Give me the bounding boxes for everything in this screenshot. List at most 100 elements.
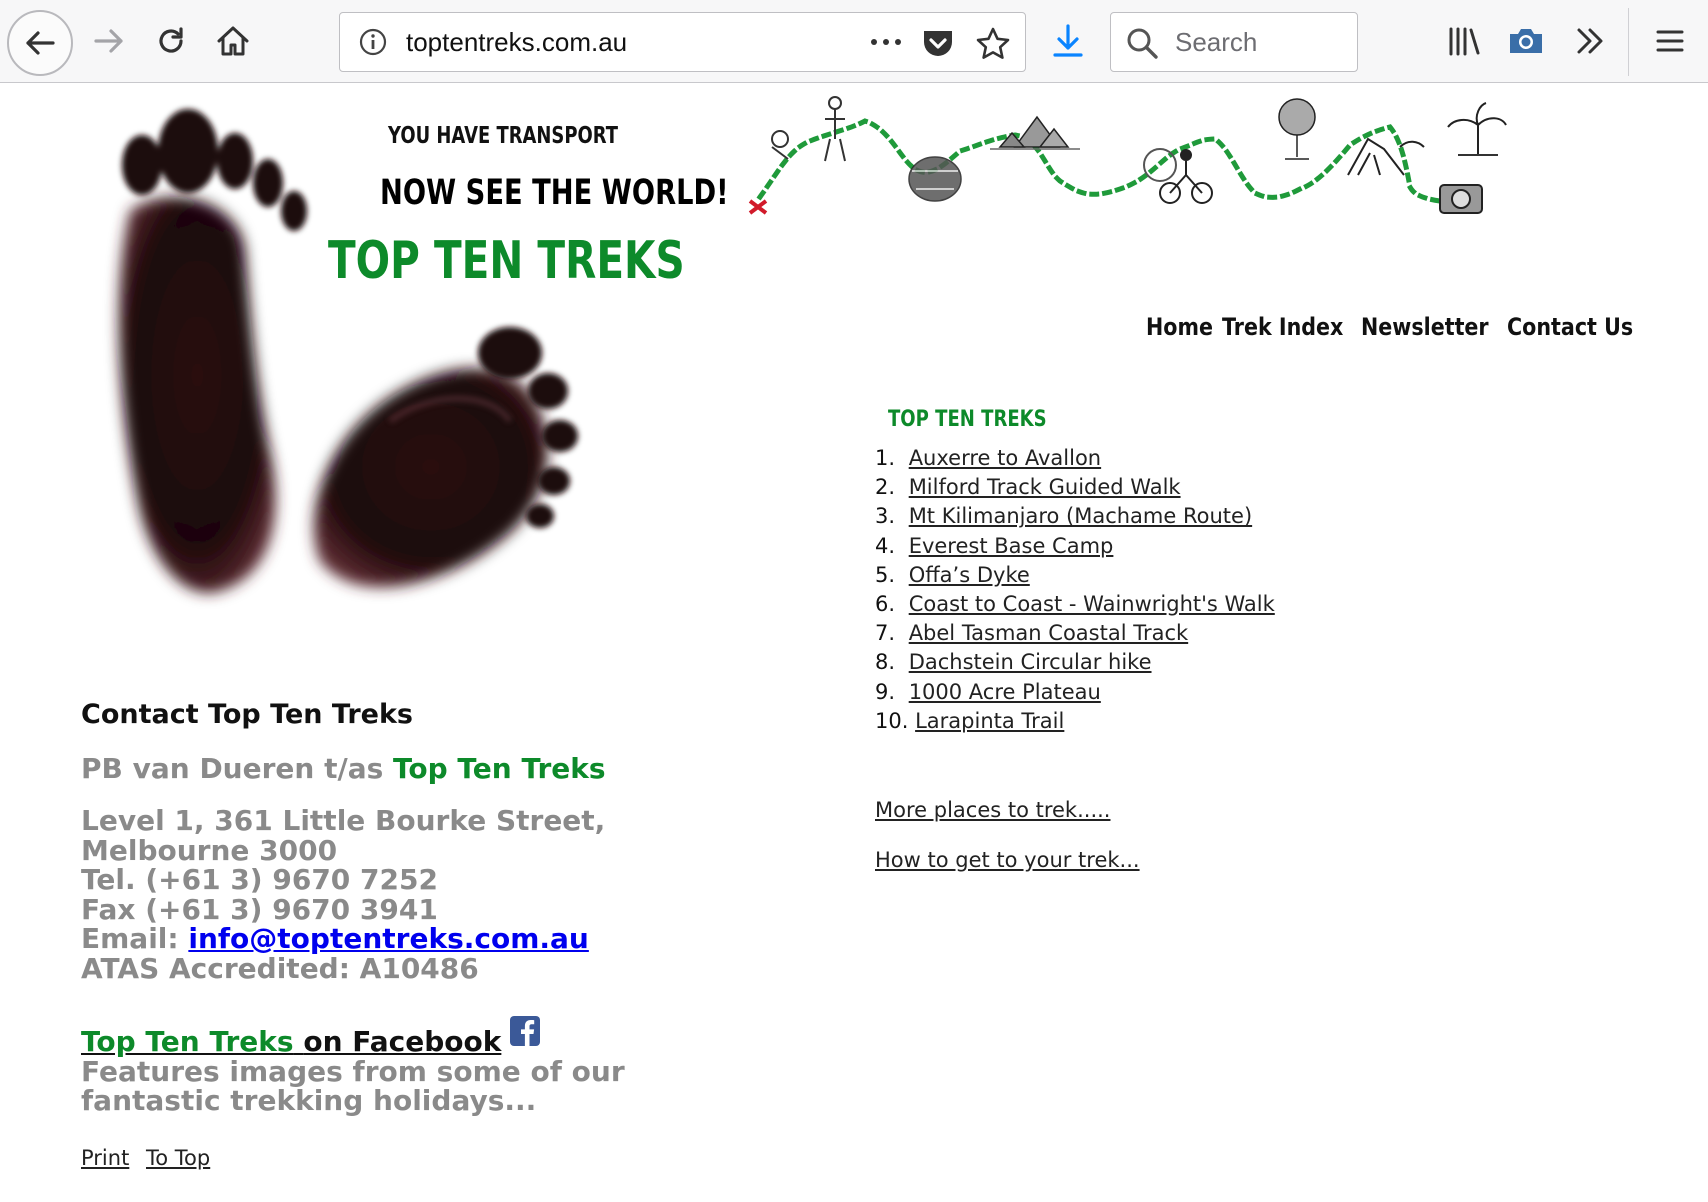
atas-accreditation: ATAS Accredited: A10486 (81, 951, 479, 985)
list-item: 10. Larapinta Trail (875, 707, 1275, 736)
banner-tagline-1: YOU HAVE TRANSPORT (388, 123, 619, 149)
library-icon (1449, 27, 1480, 56)
list-number: 8. (875, 650, 896, 675)
reload-icon (159, 27, 183, 53)
list-item: 5. Offa’s Dyke (875, 561, 1275, 590)
trek-link[interactable]: Coast to Coast - Wainwright's Walk (909, 592, 1275, 616)
more-actions-icon[interactable] (866, 27, 906, 57)
trek-link[interactable]: Larapinta Trail (915, 709, 1064, 733)
facebook-description-line-1: Features images from some of our (81, 1054, 625, 1088)
list-number: 7. (875, 621, 896, 646)
business-name-prefix: PB van Dueren t/as (81, 752, 384, 785)
info-icon[interactable] (358, 27, 388, 57)
trek-link[interactable]: Everest Base Camp (909, 534, 1114, 558)
back-button[interactable] (7, 10, 73, 76)
url-text[interactable]: toptentreks.com.au (406, 27, 627, 57)
menu-button[interactable] (1648, 20, 1692, 62)
reload-button[interactable] (150, 20, 192, 62)
list-item: 6. Coast to Coast - Wainwright's Walk (875, 590, 1275, 619)
home-button[interactable] (212, 20, 254, 62)
hamburger-icon (1656, 30, 1684, 52)
library-button[interactable] (1442, 20, 1486, 62)
toolbar-divider (1628, 8, 1629, 76)
camera-icon (1510, 29, 1542, 53)
business-name-brand: Top Ten Treks (393, 752, 606, 785)
list-number: 3. (875, 504, 896, 529)
facebook-link[interactable]: Top Ten Treks on Facebook (81, 1025, 501, 1058)
search-bar[interactable]: Search (1110, 12, 1358, 72)
how-to-get-link[interactable]: How to get to your trek... (875, 848, 1140, 872)
trek-link[interactable]: Abel Tasman Coastal Track (909, 621, 1188, 645)
footer-links: Print To Top (81, 1146, 220, 1170)
top-navigation: Home Trek Index Newsletter Contact Us (1146, 313, 1636, 341)
chevron-double-right-icon (1577, 28, 1603, 54)
list-number: 5. (875, 562, 896, 587)
search-placeholder: Search (1175, 27, 1258, 57)
contact-details: Level 1, 361 Little Bourke Street, Melbo… (81, 806, 721, 983)
trek-link[interactable]: Auxerre to Avallon (909, 446, 1101, 470)
list-number: 1. (875, 446, 896, 470)
downloads-button[interactable] (1047, 20, 1089, 62)
top-ten-heading: TOP TEN TREKS (888, 407, 1047, 432)
print-link[interactable]: Print (81, 1146, 129, 1170)
list-item: 3. Mt Kilimanjaro (Machame Route) (875, 502, 1275, 531)
trek-link[interactable]: Mt Kilimanjaro (Machame Route) (909, 504, 1252, 528)
phone-number: Tel. (+61 3) 9670 7252 (81, 863, 438, 896)
facebook-link-brand: Top Ten Treks (81, 1025, 294, 1058)
pocket-icon[interactable] (920, 26, 956, 60)
banner-tagline-2: NOW SEE THE WORLD! (380, 173, 729, 213)
list-item: 2. Milford Track Guided Walk (875, 473, 1275, 502)
nav-newsletter[interactable]: Newsletter (1361, 313, 1489, 341)
trek-link[interactable]: Milford Track Guided Walk (909, 475, 1181, 499)
arrow-left-icon (26, 31, 55, 55)
nav-home[interactable]: Home (1146, 313, 1213, 341)
email-link[interactable]: info@toptentreks.com.au (188, 922, 589, 955)
list-item: 9. 1000 Acre Plateau (875, 678, 1275, 707)
arrow-right-icon (94, 29, 123, 53)
more-places-link[interactable]: More places to trek..... (875, 798, 1110, 822)
address-line-2: Melbourne 3000 (81, 833, 338, 867)
tree-balloon-icon (1278, 98, 1316, 160)
facebook-row: Top Ten Treks on Facebook (81, 1015, 721, 1057)
list-number: 2. (875, 475, 896, 500)
to-top-link[interactable]: To Top (146, 1146, 210, 1170)
home-icon (217, 26, 249, 56)
facebook-description-line-2: fantastic trekking holidays... (81, 1084, 537, 1117)
facebook-icon[interactable] (509, 1015, 541, 1047)
nav-trek-index[interactable]: Trek Index (1222, 313, 1343, 341)
list-number: 10. (875, 708, 909, 733)
bookmark-star-icon[interactable] (975, 26, 1011, 60)
list-number: 4. (875, 533, 896, 558)
contact-section: Contact Top Ten Treks PB van Dueren t/as… (81, 698, 721, 1116)
download-icon (1053, 24, 1083, 57)
contact-heading: Contact Top Ten Treks (81, 699, 414, 730)
list-item: 1. Auxerre to Avallon (875, 444, 1275, 473)
cyclists-icon (1143, 148, 1213, 204)
list-item: 7. Abel Tasman Coastal Track (875, 619, 1275, 648)
screenshot-button[interactable] (1504, 20, 1548, 62)
forward-button[interactable] (88, 20, 130, 62)
web-page: YOU HAVE TRANSPORT NOW SEE THE WORLD! TO… (0, 83, 1708, 1202)
address-bar[interactable]: toptentreks.com.au (339, 12, 1026, 72)
globe-icon (908, 156, 962, 202)
list-item: 8. Dachstein Circular hike (875, 648, 1275, 677)
email-row: Email: info@toptentreks.com.au (81, 924, 721, 954)
nav-contact-us[interactable]: Contact Us (1507, 313, 1633, 341)
volcano-icon (1347, 137, 1425, 176)
traveler-icon (771, 96, 846, 162)
banner-brand-title: TOP TEN TREKS (328, 231, 685, 291)
palm-island-icon (1447, 102, 1507, 156)
browser-toolbar: toptentreks.com.au Search (0, 0, 1708, 83)
list-item: 4. Everest Base Camp (875, 532, 1275, 561)
trek-link[interactable]: Offa’s Dyke (909, 563, 1030, 587)
trek-trail-illustration (748, 96, 1507, 215)
list-number: 6. (875, 591, 896, 616)
search-icon (1127, 28, 1158, 59)
email-label: Email: (81, 922, 179, 955)
trek-link[interactable]: Dachstein Circular hike (909, 650, 1152, 674)
overflow-button[interactable] (1568, 20, 1612, 62)
facebook-link-suffix: on Facebook (303, 1025, 502, 1058)
address-line-1: Level 1, 361 Little Bourke Street, (81, 804, 606, 837)
trek-link[interactable]: 1000 Acre Plateau (909, 680, 1101, 704)
camera-sketch-icon (1439, 184, 1483, 214)
